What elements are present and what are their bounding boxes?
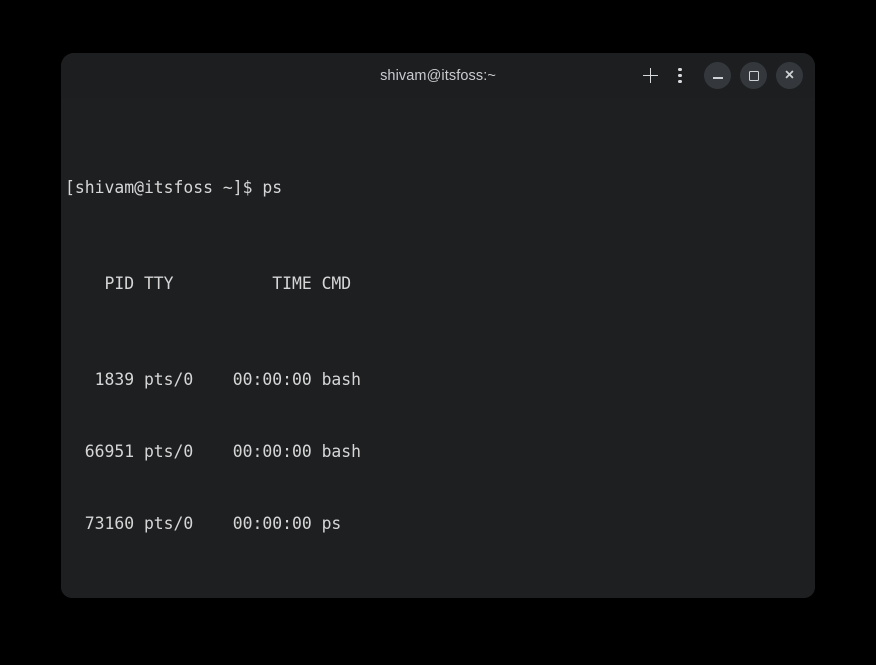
- ps-row: 66951 pts/0 00:00:00 bash: [65, 440, 815, 464]
- terminal-window: shivam@itsfoss:~ ✕: [61, 53, 815, 598]
- terminal-titlebar[interactable]: shivam@itsfoss:~ ✕: [61, 53, 815, 98]
- desktop-background: shivam@itsfoss:~ ✕: [0, 0, 876, 665]
- minimize-button[interactable]: [704, 62, 731, 89]
- plus-icon: [643, 68, 658, 83]
- maximize-icon: [749, 71, 759, 81]
- ps-header: PID TTY TIME CMD: [65, 272, 815, 296]
- new-tab-button[interactable]: [635, 61, 665, 91]
- window-title: shivam@itsfoss:~: [380, 68, 496, 84]
- terminal-output: [shivam@itsfoss ~]$ ps PID TTY TIME CMD …: [61, 104, 815, 598]
- ps-row: 1839 pts/0 00:00:00 bash: [65, 368, 815, 392]
- prompt-line-ps: [shivam@itsfoss ~]$ ps: [65, 176, 815, 200]
- close-button[interactable]: ✕: [776, 62, 803, 89]
- maximize-button[interactable]: [740, 62, 767, 89]
- titlebar-controls: ✕: [635, 53, 803, 98]
- kebab-menu-icon: [678, 68, 681, 84]
- terminal-body[interactable]: [shivam@itsfoss ~]$ ps PID TTY TIME CMD …: [61, 98, 815, 598]
- minimize-icon: [713, 77, 723, 79]
- close-icon: ✕: [784, 69, 794, 82]
- menu-button[interactable]: [665, 61, 695, 91]
- ps-row: 73160 pts/0 00:00:00 ps: [65, 512, 815, 536]
